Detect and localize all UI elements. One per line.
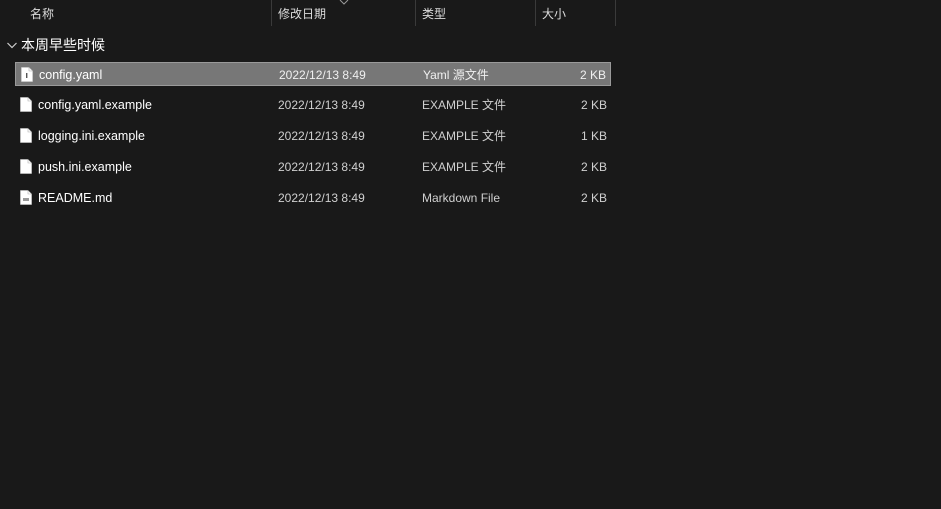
file-size: 2 KB bbox=[580, 98, 607, 112]
column-header-bar: 名称 修改日期 类型 大小 bbox=[0, 0, 616, 26]
file-name: README.md bbox=[38, 191, 113, 205]
file-size: 2 KB bbox=[580, 191, 607, 205]
column-divider[interactable] bbox=[615, 0, 616, 26]
sort-descending-icon bbox=[339, 0, 349, 5]
file-row[interactable]: config.yaml 2022/12/13 8:49 Yaml 源文件 2 KB bbox=[15, 62, 611, 86]
file-row[interactable]: push.ini.example 2022/12/13 8:49 EXAMPLE 文… bbox=[15, 155, 611, 179]
file-icon bbox=[20, 159, 32, 174]
file-row[interactable]: README.md 2022/12/13 8:49 Markdown File 2 K… bbox=[15, 186, 611, 210]
file-row[interactable]: logging.ini.example 2022/12/13 8:49 EXAMPL… bbox=[15, 124, 611, 148]
file-row[interactable]: config.yaml.example 2022/12/13 8:49 EXAMPL… bbox=[15, 93, 611, 117]
file-name: config.yaml bbox=[39, 68, 103, 82]
file-type: EXAMPLE 文件 bbox=[422, 98, 507, 112]
file-date: 2022/12/13 8:49 bbox=[279, 68, 366, 82]
file-name: logging.ini.example bbox=[38, 129, 146, 143]
file-date: 2022/12/13 8:49 bbox=[278, 129, 365, 143]
column-header-size[interactable]: 大小 bbox=[536, 0, 616, 26]
markdown-file-icon bbox=[20, 190, 32, 205]
column-header-type[interactable]: 类型 bbox=[416, 0, 535, 26]
file-size: 2 KB bbox=[580, 160, 607, 174]
file-name: config.yaml.example bbox=[38, 98, 152, 112]
file-type: Yaml 源文件 bbox=[423, 68, 489, 82]
file-date: 2022/12/13 8:49 bbox=[278, 160, 365, 174]
file-size: 2 KB bbox=[579, 68, 606, 82]
file-type: EXAMPLE 文件 bbox=[422, 129, 507, 143]
file-date: 2022/12/13 8:49 bbox=[278, 191, 365, 205]
file-icon bbox=[20, 128, 32, 143]
file-name: push.ini.example bbox=[38, 160, 132, 174]
group-label: 本周早些时候 bbox=[21, 37, 105, 53]
file-icon bbox=[20, 97, 32, 112]
column-header-name[interactable]: 名称 bbox=[24, 0, 271, 26]
file-date: 2022/12/13 8:49 bbox=[278, 98, 365, 112]
file-type: EXAMPLE 文件 bbox=[422, 160, 507, 174]
file-type: Markdown File bbox=[422, 191, 501, 205]
group-header[interactable]: 本周早些时候 bbox=[6, 34, 105, 56]
yaml-file-icon bbox=[21, 67, 33, 82]
file-size: 1 KB bbox=[580, 129, 607, 143]
chevron-down-icon[interactable] bbox=[6, 39, 18, 51]
